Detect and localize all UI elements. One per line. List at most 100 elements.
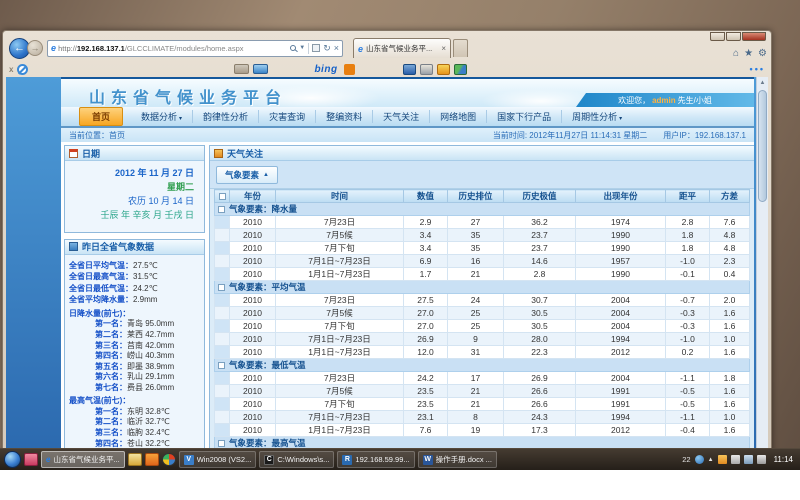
scrollbar-thumb[interactable]	[758, 90, 767, 202]
taskbar-task-vm[interactable]: V Win2008 (VS2...	[179, 451, 257, 468]
action-center-flag-icon[interactable]	[731, 455, 740, 464]
forward-button[interactable]: →	[27, 40, 43, 56]
browser-tab[interactable]: e 山东省气候业务平... ×	[353, 38, 451, 58]
column-header-3[interactable]: 历史排位	[448, 190, 504, 203]
cell: 1.8	[666, 229, 710, 242]
network-icon[interactable]	[744, 455, 753, 464]
new-tab-button[interactable]	[453, 39, 468, 57]
more-options-icon[interactable]: •••	[750, 64, 765, 74]
table-row[interactable]: 20107月5候27.02530.52004-0.31.6	[215, 307, 750, 320]
cell: 30.5	[504, 320, 576, 333]
pinned-app-icon[interactable]	[24, 453, 38, 466]
element-filter-button[interactable]: 气象要素 ▲	[216, 166, 278, 184]
cell: 2.8	[666, 216, 710, 229]
sidebar: 日期 2012 年 11 月 27 日 星期二 农历 10 月 14 日 壬辰 …	[64, 145, 205, 468]
tools-icon[interactable]	[420, 64, 433, 75]
camera-icon[interactable]	[403, 64, 416, 75]
nav-item-7[interactable]: 国家下行产品	[487, 110, 562, 123]
chevron-down-icon[interactable]: ▼	[299, 45, 305, 51]
column-header-7[interactable]: 方差	[710, 190, 750, 203]
select-all-checkbox[interactable]	[215, 190, 230, 203]
cell: 1990	[576, 229, 666, 242]
tab-close-icon[interactable]: ×	[441, 44, 446, 53]
task-label: 操作手册.docx ...	[436, 454, 492, 465]
cell: 27	[448, 216, 504, 229]
nav-item-8[interactable]: 周期性分析▾	[562, 110, 632, 123]
column-header-2[interactable]: 数值	[404, 190, 448, 203]
cell: 7.6	[404, 424, 448, 437]
refresh-icon[interactable]: ↻	[323, 44, 331, 53]
table-row[interactable]: 20107月23日24.21726.92004-1.11.8	[215, 372, 750, 385]
card-icon[interactable]	[234, 64, 249, 74]
start-button[interactable]	[4, 451, 21, 468]
ime-icon[interactable]	[695, 455, 704, 464]
cell: 1.8	[710, 372, 750, 385]
row-spacer-cell	[215, 255, 230, 268]
group-checkbox[interactable]	[218, 206, 225, 213]
bing-logo[interactable]: bing	[314, 64, 337, 75]
table-row[interactable]: 20107月下旬23.52126.61991-0.51.6	[215, 398, 750, 411]
content-area: 日期 2012 年 11 月 27 日 星期二 农历 10 月 14 日 壬辰 …	[61, 142, 754, 468]
taskbar-task-word[interactable]: W 操作手册.docx ...	[418, 451, 497, 468]
media-player-icon[interactable]	[162, 453, 176, 466]
table-row[interactable]: 20107月23日27.52430.72004-0.72.0	[215, 294, 750, 307]
table-row[interactable]: 20101月1日~7月23日7.61917.32012-0.41.6	[215, 424, 750, 437]
bing-box-icon[interactable]	[344, 64, 355, 75]
calendar-icon	[69, 149, 78, 158]
column-header-6[interactable]: 距平	[666, 190, 710, 203]
taskbar-task-ie[interactable]: e 山东省气候业务平...	[41, 451, 125, 468]
compatibility-view-icon[interactable]	[312, 44, 320, 52]
show-hidden-icons[interactable]: ▲	[708, 457, 714, 463]
cell: 1.0	[710, 333, 750, 346]
cell: -0.3	[666, 320, 710, 333]
table-row[interactable]: 20107月23日2.92736.219742.87.6	[215, 216, 750, 229]
star-badge-icon[interactable]	[437, 64, 450, 75]
table-row[interactable]: 20107月5候23.52126.61991-0.51.6	[215, 385, 750, 398]
address-bar[interactable]: e http://192.168.137.1/GLCCLIMATE/module…	[47, 40, 343, 57]
column-header-4[interactable]: 历史极值	[504, 190, 576, 203]
checkbox-icon[interactable]	[219, 193, 226, 200]
nav-item-0[interactable]: 首页	[79, 107, 123, 126]
stop-icon[interactable]: ×	[334, 44, 339, 53]
taskbar-task-cmd[interactable]: C C:\Windows\s...	[259, 451, 334, 468]
mail-icon[interactable]	[253, 64, 268, 74]
table-row[interactable]: 20107月下旬3.43523.719901.84.8	[215, 242, 750, 255]
blocked-content-icon[interactable]	[17, 64, 28, 75]
table-row[interactable]: 20107月下旬27.02530.52004-0.31.6	[215, 320, 750, 333]
column-header-0[interactable]: 年份	[230, 190, 276, 203]
volume-icon[interactable]	[757, 455, 766, 464]
explorer-folder-icon[interactable]	[128, 453, 142, 466]
table-row[interactable]: 20101月1日~7月23日1.7212.81990-0.10.4	[215, 268, 750, 281]
taskbar-task-rdp[interactable]: R 192.168.59.99...	[337, 451, 414, 468]
favorites-star-icon[interactable]: ★	[744, 48, 753, 59]
nav-item-1[interactable]: 数据分析▾	[131, 110, 193, 123]
people-icon[interactable]	[454, 64, 467, 75]
column-header-1[interactable]: 时间	[276, 190, 404, 203]
nav-item-2[interactable]: 韵律性分析	[193, 110, 259, 123]
settings-gear-icon[interactable]: ⚙	[758, 48, 767, 59]
scroll-up-icon[interactable]: ▲	[757, 77, 768, 89]
column-header-5[interactable]: 出现年份	[576, 190, 666, 203]
table-row[interactable]: 20107月1日~7月23日26.9928.01994-1.01.0	[215, 333, 750, 346]
gregorian-date: 2012 年 11 月 27 日	[75, 167, 194, 181]
page-scrollbar[interactable]: ▲ ▼	[756, 77, 768, 468]
close-toolbar-icon[interactable]: x	[9, 65, 13, 74]
nav-item-6[interactable]: 网络地图	[430, 110, 487, 123]
nav-item-5[interactable]: 天气关注	[373, 110, 430, 123]
table-row[interactable]: 20107月1日~7月23日23.1824.31994-1.11.0	[215, 411, 750, 424]
row-spacer-cell	[215, 346, 230, 359]
group-checkbox[interactable]	[218, 284, 225, 291]
pinned-orange-app-icon[interactable]	[145, 453, 159, 466]
group-checkbox[interactable]	[218, 440, 225, 447]
table-row[interactable]: 20101月1日~7月23日12.03122.320120.21.6	[215, 346, 750, 359]
nav-item-4[interactable]: 整编资料	[316, 110, 373, 123]
nav-item-3[interactable]: 灾害查询	[259, 110, 316, 123]
row-spacer-cell	[215, 294, 230, 307]
table-row[interactable]: 20107月1日~7月23日6.91614.61957-1.02.3	[215, 255, 750, 268]
home-icon[interactable]: ⌂	[733, 48, 739, 59]
group-checkbox[interactable]	[218, 362, 225, 369]
search-icon[interactable]	[290, 45, 296, 51]
alert-icon[interactable]	[718, 455, 727, 464]
cell: 21	[448, 398, 504, 411]
table-row[interactable]: 20107月5候3.43523.719901.84.8	[215, 229, 750, 242]
